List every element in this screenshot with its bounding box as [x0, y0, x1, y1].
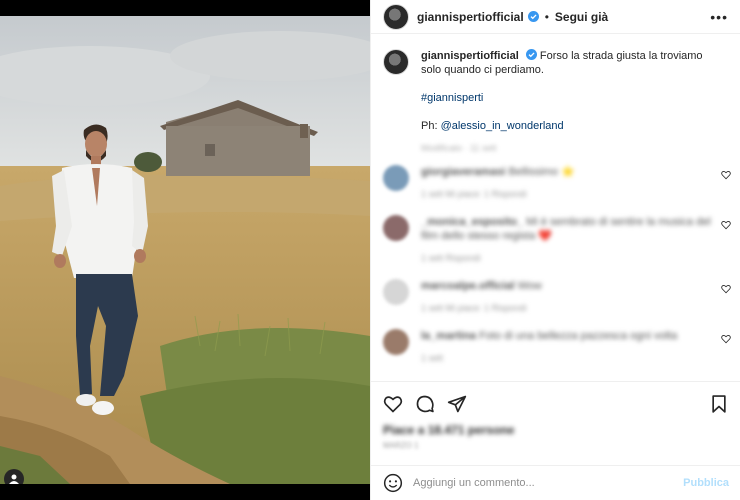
comment-username[interactable]: marcoalpe.official	[421, 280, 515, 292]
post-header: giannispertiofficial • Segui già •••	[371, 0, 740, 34]
comment-meta[interactable]: 1 sett	[421, 351, 711, 365]
caption-time: Modificato · 11 sett	[421, 143, 497, 153]
comment-text: Bellissimo ⭐	[508, 166, 575, 178]
share-send-icon[interactable]	[447, 394, 467, 414]
add-comment-input[interactable]	[413, 477, 684, 489]
publish-button[interactable]: Pubblica	[683, 477, 729, 489]
more-options-icon[interactable]: •••	[710, 9, 728, 25]
comment-bubble-icon[interactable]	[415, 394, 435, 414]
like-comment-heart-icon[interactable]	[721, 170, 731, 180]
verified-badge-icon	[527, 11, 539, 22]
save-bookmark-icon[interactable]	[709, 394, 729, 414]
instagram-post-viewer: giannispertiofficial • Segui già ••• gia…	[0, 0, 740, 500]
comment-avatar[interactable]	[383, 165, 409, 191]
emoji-icon[interactable]	[383, 473, 403, 493]
photo-credit-handle[interactable]: @alessio_in_wonderland	[441, 120, 564, 132]
caption-hashtag[interactable]: #giannisperti	[421, 92, 483, 104]
comment-item: _monica_esposito_ Mi è sembrato di senti…	[371, 215, 740, 265]
comment-text: Wow	[517, 280, 542, 292]
post-caption: giannispertiofficial Forso la strada giu…	[371, 35, 740, 155]
post-date: MARZO 1	[383, 441, 419, 450]
like-heart-icon[interactable]	[383, 394, 403, 414]
like-comment-heart-icon[interactable]	[721, 284, 731, 294]
likes-count[interactable]: Piace a 18.471 persone	[371, 418, 740, 437]
caption-avatar[interactable]	[383, 49, 409, 75]
comment-item: giorgiaveramasi Bellissimo ⭐ 1 sett Mi p…	[371, 165, 740, 201]
comment-item: la_martina Foto di una bellezza pazzesca…	[371, 329, 740, 365]
comment-meta[interactable]: 1 sett Mi piace: 1 Rispondi	[421, 187, 711, 201]
comment-item: marcoalpe.official Wow 1 sett Mi piace: …	[371, 279, 740, 315]
comment-username[interactable]: giorgiaveramasi	[421, 166, 505, 178]
comment-meta[interactable]: 1 sett Rispondi	[421, 251, 711, 265]
comment-avatar[interactable]	[383, 329, 409, 355]
comment-username[interactable]: _monica_esposito_	[421, 216, 523, 228]
comments-list[interactable]: giannispertiofficial Forso la strada giu…	[371, 35, 740, 380]
like-comment-heart-icon[interactable]	[721, 220, 731, 230]
header-separator: •	[544, 9, 549, 24]
post-photo[interactable]	[0, 16, 370, 484]
photo-credit-prefix: Ph:	[421, 120, 441, 132]
comment-username[interactable]: la_martina	[421, 330, 476, 342]
caption-username[interactable]: giannispertiofficial	[421, 50, 519, 62]
post-actions: Piace a 18.471 persone MARZO 1	[371, 381, 740, 463]
tagged-user-icon[interactable]	[4, 469, 24, 484]
author-avatar[interactable]	[383, 3, 409, 30]
comment-avatar[interactable]	[383, 215, 409, 241]
author-username[interactable]: giannispertiofficial	[417, 10, 524, 24]
comment-text: Foto di una bellezza pazzesca ogni volta	[479, 330, 678, 342]
comment-avatar[interactable]	[383, 279, 409, 305]
like-comment-heart-icon[interactable]	[721, 334, 731, 344]
add-comment-bar: Pubblica	[371, 465, 740, 500]
following-button[interactable]: Segui già	[555, 10, 608, 24]
verified-badge-icon	[525, 49, 537, 60]
post-photo-image	[0, 16, 370, 484]
post-side-panel: giannispertiofficial • Segui già ••• gia…	[370, 0, 740, 500]
comment-meta[interactable]: 1 sett Mi piace: 1 Rispondi	[421, 301, 711, 315]
